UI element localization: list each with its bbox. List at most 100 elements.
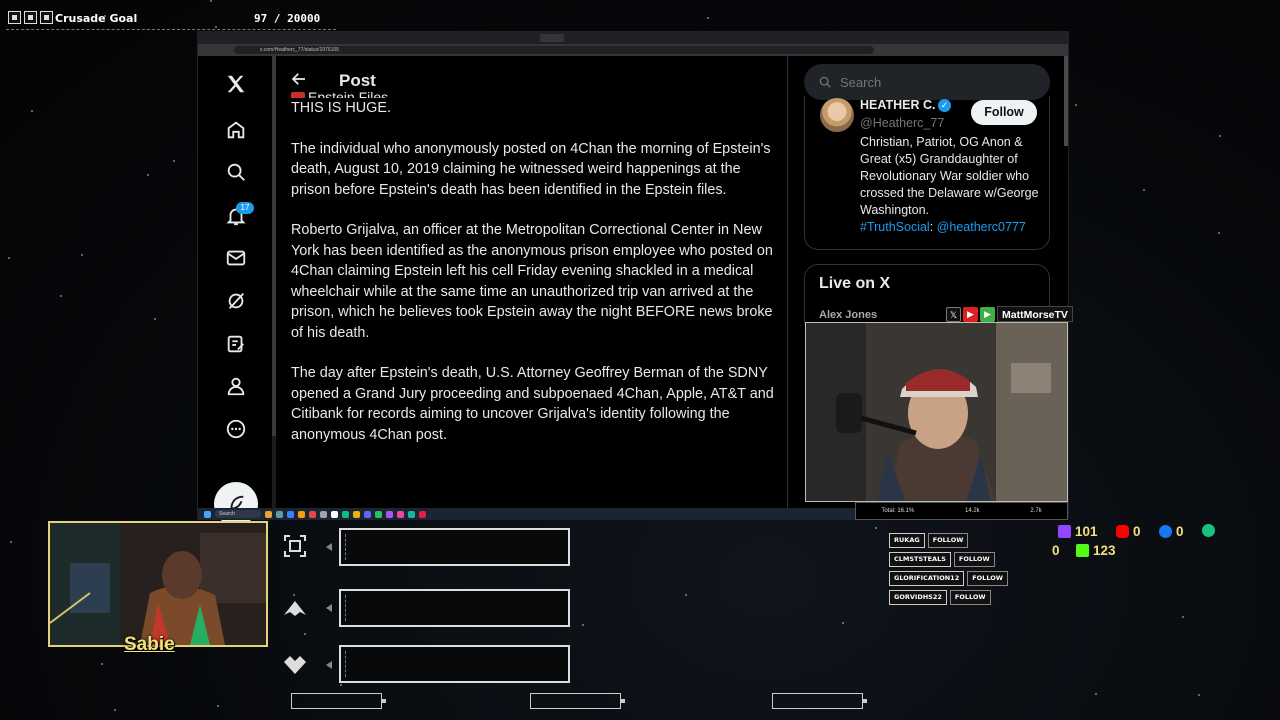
browser-tab[interactable] [436,34,460,42]
star [101,663,103,665]
browser-tab-active[interactable] [540,34,564,42]
taskbar-app-icon[interactable] [408,510,415,518]
browser-tab[interactable] [488,34,512,42]
facebook-counter: 0 [1159,524,1184,539]
bio-hashtag-link[interactable]: #TruthSocial [860,220,930,234]
chevron-ship-icon [282,595,308,621]
browser-tab-bar [198,32,1068,44]
lists-icon[interactable] [224,332,248,356]
follow-tag: FOLLOW [949,590,991,605]
browser-tab[interactable] [566,34,590,42]
taskbar-app-icon[interactable] [386,510,393,518]
profile-icon[interactable] [224,374,248,398]
profile-handle[interactable]: @Heatherc_77 [860,116,944,130]
nav-scrollbar-thumb[interactable] [272,56,276,436]
browser-tab[interactable] [774,34,798,42]
crusade-goal-bar: Crusade Goal 97 / 20000 [6,8,336,30]
browser-tab[interactable] [644,34,668,42]
browser-tab[interactable] [358,34,382,42]
follower-row: GLORIFICATION12 FOLLOW [889,571,1008,586]
grok-icon[interactable] [224,289,248,313]
star [147,174,149,176]
taskbar-app-icon[interactable] [375,510,382,518]
browser-tab[interactable] [852,34,876,42]
taskbar-app-icon[interactable] [309,510,316,518]
browser-tab[interactable] [202,34,226,42]
goal-icons [8,11,53,24]
guest-webcam [805,322,1068,502]
star [707,17,709,19]
browser-tab[interactable] [410,34,434,42]
star [1095,693,1097,695]
home-icon[interactable] [224,118,248,142]
bottom-box [291,693,386,709]
live-user[interactable]: Alex Jones [819,309,877,321]
post-cut-line: Epstein Files [291,86,388,98]
browser-tab[interactable] [800,34,824,42]
x-logo-icon[interactable] [224,72,248,96]
taskbar-search[interactable]: Search [215,510,261,518]
post-paragraph: The day after Epstein's death, U.S. Atto… [291,365,774,443]
messages-icon[interactable] [224,246,248,270]
other-counter: 0 [1052,543,1060,558]
youtube-icon [1116,525,1129,538]
facebook-icon [1159,525,1172,538]
taskbar-app-icon[interactable] [276,510,283,518]
browser-tab[interactable] [696,34,720,42]
browser-tab[interactable] [332,34,356,42]
taskbar-app-icon[interactable] [353,510,360,518]
x-logo-icon: 𝕏 [946,306,961,322]
taskbar-app-icon[interactable] [320,510,327,518]
browser-tab[interactable] [826,34,850,42]
overlay-slot [339,528,570,566]
browser-tab[interactable] [748,34,772,42]
start-icon[interactable] [204,510,211,518]
star [875,527,877,529]
other-platform-icon-wrap [1202,524,1215,537]
url-field[interactable]: x.com/Heatherc_77/status/1976105 [234,46,874,54]
slot-arrow-icon [326,661,332,669]
follower-row: CLMSTSTEALS FOLLOW [889,552,995,567]
browser-tab[interactable] [722,34,746,42]
search-input[interactable]: Search [804,64,1050,100]
browser-tab[interactable] [462,34,486,42]
twitch-icon [1058,525,1071,538]
left-nav: 17 [198,56,274,526]
youtube-icon: ▶ [963,306,978,322]
taskbar-app-icon[interactable] [287,510,294,518]
search-icon[interactable] [224,160,248,184]
browser-tab[interactable] [670,34,694,42]
bio-separator: : [929,220,937,234]
avatar[interactable] [820,98,854,132]
browser-tab[interactable] [592,34,616,42]
taskbar-app-icon[interactable] [331,510,338,518]
stat-value: 14.2k [964,508,980,514]
browser-tab[interactable] [618,34,642,42]
taskbar-app-icon[interactable] [298,510,305,518]
bottom-box [772,693,867,709]
taskbar-app-icon[interactable] [265,510,272,518]
taskbar-app-icon[interactable] [419,510,426,518]
star [1075,104,1077,106]
browser-tab[interactable] [306,34,330,42]
webcam-feed-image [806,323,1067,501]
follower-name: CLMSTSTEALS [889,552,951,567]
goal-divider [6,29,336,30]
follow-button[interactable]: Follow [971,100,1037,125]
browser-tab[interactable] [514,34,538,42]
taskbar-app-icon[interactable] [364,510,371,518]
star [1143,189,1145,191]
profile-name[interactable]: HEATHER C. [860,98,935,112]
right-scrollbar[interactable] [1064,56,1068,146]
browser-tab[interactable] [228,34,252,42]
bio-handle-link[interactable]: @heatherc0777 [937,220,1026,234]
taskbar-app-icon[interactable] [342,510,349,518]
more-icon[interactable] [224,417,248,441]
cam-tag: 𝕏 ▶ ▶ MattMorseTV [946,306,1073,322]
search-icon [819,76,831,88]
browser-tab[interactable] [254,34,278,42]
taskbar-app-icon[interactable] [397,510,404,518]
live-title: Live on X [819,275,891,292]
browser-tab[interactable] [280,34,304,42]
browser-tab[interactable] [384,34,408,42]
